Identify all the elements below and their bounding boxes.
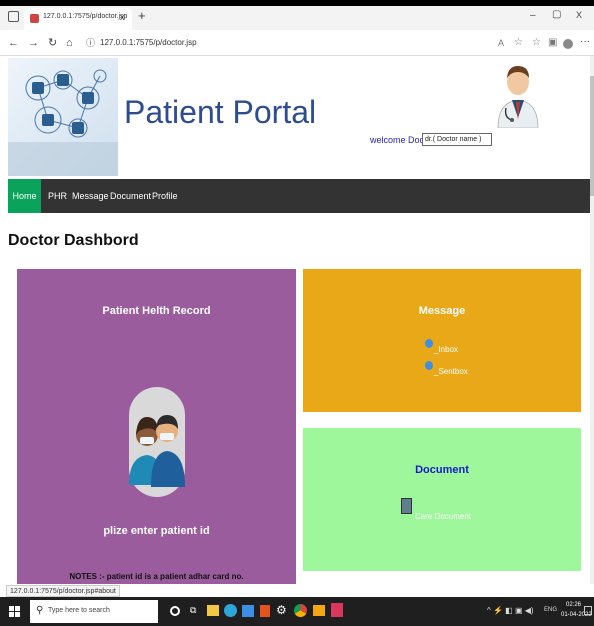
taskbar-app-edge-icon[interactable] (224, 604, 237, 617)
taskbar-app-store-icon[interactable] (242, 605, 254, 617)
document-card-title: Document (415, 464, 469, 476)
status-url: 127.0.0.1:7575/p/doctor.jsp#about (6, 585, 120, 597)
taskbar-app-office-icon[interactable] (260, 605, 270, 617)
home-icon[interactable]: ⌂ (66, 35, 73, 51)
medical-network-logo (8, 58, 118, 176)
clock-time[interactable]: 02:26 (566, 602, 581, 608)
address-input[interactable]: 127.0.0.1:7575/p/doctor.jsp (100, 38, 197, 47)
document-card: Document Care Document (303, 428, 581, 571)
nav-phr[interactable]: PHR (44, 179, 71, 213)
more-menu-icon[interactable]: ··· (580, 34, 590, 50)
extensions-icon[interactable]: ▣ (548, 35, 557, 51)
page-heading: Doctor Dashbord (8, 232, 139, 249)
browser-tab[interactable]: 127.0.0.1:7575/p/doctor.jsp x (24, 8, 132, 30)
new-tab-button[interactable]: + (138, 8, 146, 23)
notification-icon[interactable] (584, 606, 592, 615)
doctor-avatar (492, 58, 544, 129)
message-card-title: Message (418, 305, 466, 317)
phr-card-title: Patient Helth Record (102, 305, 211, 317)
task-view-icon[interactable]: ⧉ (190, 605, 196, 616)
cortana-icon[interactable] (170, 606, 180, 616)
search-icon: ⚲ (36, 605, 44, 616)
phr-card: Patient Helth Record plize enter patient… (17, 269, 296, 584)
nav-profile[interactable]: Profile (148, 179, 182, 213)
collections-icon[interactable]: ☆ (532, 35, 541, 51)
back-icon[interactable]: ← (8, 35, 19, 51)
nav-home[interactable]: Home (8, 179, 41, 213)
taskbar-search-placeholder: Type here to search (48, 607, 110, 614)
close-window-button[interactable]: X (576, 10, 582, 20)
info-icon: ⓘ (86, 38, 96, 48)
maximize-button[interactable]: ▢ (552, 9, 561, 20)
tab-actions-icon[interactable] (8, 11, 19, 22)
read-aloud-icon[interactable]: A (498, 35, 504, 51)
page-viewport: Patient Portal welcome Doctor :- dr.( Do… (0, 56, 590, 584)
taskbar-app-java-icon[interactable] (331, 603, 343, 617)
message-card: Message _Inbox _Sentbox (303, 269, 581, 412)
language-indicator[interactable]: ENG (544, 607, 557, 613)
taskbar-search-box[interactable]: ⚲ Type here to search (30, 600, 158, 623)
tab-strip: 127.0.0.1:7575/p/doctor.jsp x + – ▢ X (0, 6, 594, 30)
tab-close-icon[interactable]: x (120, 12, 125, 22)
phr-note: NOTES :- patient id is a patient adhar c… (69, 572, 244, 581)
page-scrollbar[interactable] (590, 56, 594, 584)
taskbar-app-folder-icon[interactable] (313, 605, 325, 616)
address-bar-row: ← → ↻ ⌂ ⓘ 127.0.0.1:7575/p/doctor.jsp A … (0, 30, 594, 56)
care-document-link[interactable]: Care Document (415, 512, 471, 521)
refresh-icon[interactable]: ↻ (48, 35, 57, 51)
doctor-name-field[interactable]: dr.( Doctor name ) (422, 133, 492, 146)
site-title: Patient Portal (124, 94, 317, 130)
sentbox-icon (425, 361, 433, 370)
favicon-icon (30, 14, 39, 23)
clipboard-icon (401, 498, 412, 514)
taskbar-app-settings-icon[interactable]: ⚙ (276, 603, 287, 617)
system-tray-icons[interactable]: ^ ⚡ ◧ ▣ ◀) (487, 606, 534, 615)
sentbox-link[interactable]: _Sentbox (434, 367, 468, 376)
windows-taskbar: ⚲ Type here to search ⧉ ⚙ ^ ⚡ ◧ ▣ ◀) ENG… (0, 597, 594, 626)
profile-avatar[interactable] (563, 39, 573, 49)
site-header: Patient Portal welcome Doctor :- dr.( Do… (0, 56, 590, 179)
favorite-star-icon[interactable]: ☆ (514, 35, 523, 51)
tab-title: 127.0.0.1:7575/p/doctor.jsp (43, 13, 128, 20)
forward-icon[interactable]: → (28, 35, 39, 51)
inbox-link[interactable]: _Inbox (434, 345, 458, 354)
phr-prompt: plize enter patient id (103, 525, 210, 537)
inbox-icon (425, 339, 433, 348)
taskbar-app-explorer-icon[interactable] (207, 605, 219, 616)
minimize-button[interactable]: – (530, 10, 536, 21)
main-nav: Home PHR Message Document Profile (8, 179, 590, 213)
taskbar-app-chrome-icon[interactable] (294, 604, 307, 617)
windows-start-icon[interactable] (9, 606, 20, 617)
patients-icon (129, 387, 185, 497)
scrollbar-thumb[interactable] (590, 76, 594, 196)
